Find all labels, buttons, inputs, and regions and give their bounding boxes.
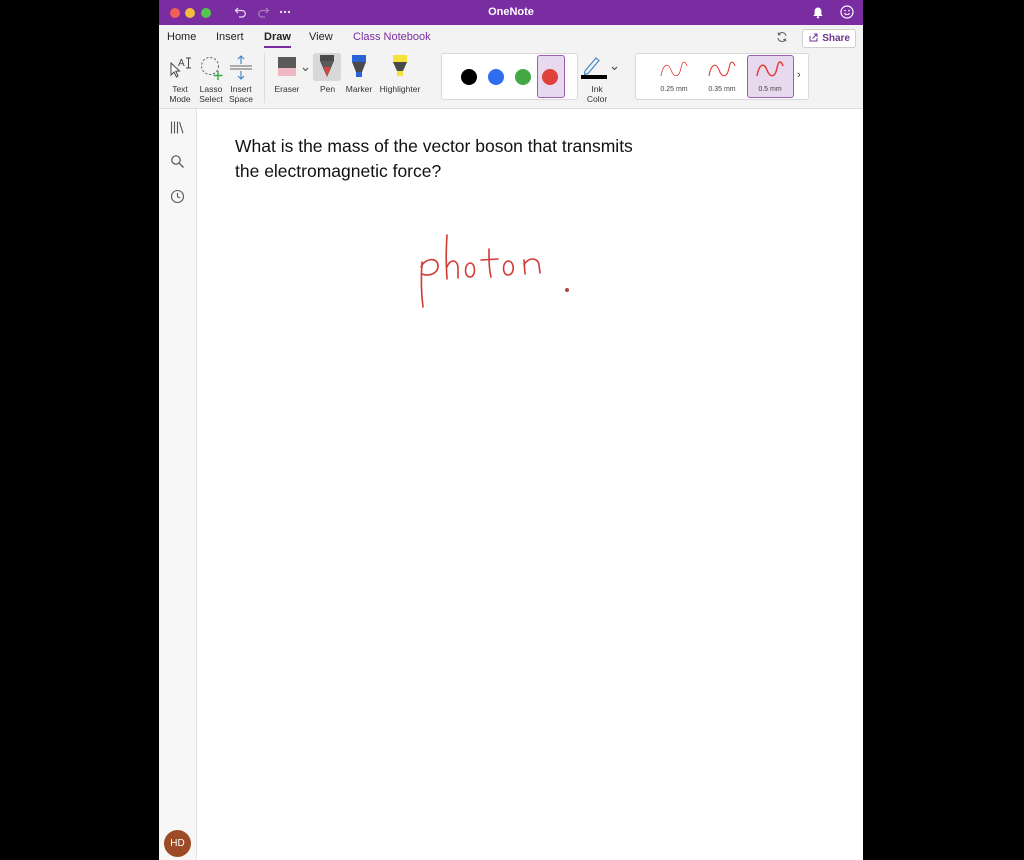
chevron-down-icon[interactable] <box>302 67 309 72</box>
lasso-label-2: Select <box>199 94 223 104</box>
recent-icon[interactable] <box>170 189 185 204</box>
ribbon-divider <box>264 53 265 103</box>
tab-home[interactable]: Home <box>167 31 196 43</box>
ribbon-tabs: Home Insert Draw View Class Notebook Sha… <box>159 25 863 49</box>
tab-insert[interactable]: Insert <box>216 31 244 43</box>
eraser-icon <box>278 57 296 76</box>
tab-view[interactable]: View <box>309 31 333 43</box>
onenote-window: OneNote Home Insert Draw View Class Note… <box>159 0 863 860</box>
draw-ribbon: A Text Mode Lasso Select Insert Space Er… <box>159 49 863 109</box>
ink-color-label-2: Color <box>586 94 608 104</box>
thickness-palette: 0.25 mm 0.35 mm 0.5 mm <box>635 53 809 100</box>
stroke-sample-icon <box>660 61 688 77</box>
stroke-sample-icon <box>708 61 736 77</box>
tab-class-notebook[interactable]: Class Notebook <box>353 31 431 43</box>
thickness-05[interactable]: 0.5 mm <box>746 58 794 96</box>
lasso-select-button[interactable]: Lasso Select <box>197 53 225 105</box>
app-title: OneNote <box>488 6 534 18</box>
search-icon[interactable] <box>170 154 185 169</box>
smiley-icon[interactable] <box>840 5 854 19</box>
title-bar: OneNote <box>159 0 863 25</box>
pen-button[interactable]: Pen <box>313 53 342 105</box>
question-line-2: the electromagnetic force? <box>235 161 442 181</box>
color-swatch-green[interactable] <box>515 69 531 85</box>
ink-color-icon <box>581 57 607 79</box>
eraser-button[interactable]: Eraser <box>273 53 309 105</box>
thickness-025-label: 0.25 mm <box>660 86 688 93</box>
more-thickness-chevron[interactable]: › <box>797 69 801 81</box>
color-swatch-black[interactable] <box>461 69 477 85</box>
color-palette <box>441 53 578 100</box>
insert-space-button[interactable]: Insert Space <box>227 53 255 105</box>
ink-color-button[interactable]: Ink Color <box>579 53 619 105</box>
text-mode-button[interactable]: A Text Mode <box>166 53 194 105</box>
avatar[interactable]: HD <box>164 830 191 857</box>
insert-space-label-2: Space <box>228 94 254 104</box>
color-swatch-blue[interactable] <box>488 69 504 85</box>
tab-draw[interactable]: Draw <box>264 31 291 48</box>
stroke-sample-icon <box>756 61 784 77</box>
highlighter-button[interactable]: Highlighter <box>376 53 424 105</box>
lasso-icon <box>201 57 223 80</box>
pen-label: Pen <box>319 84 336 94</box>
marker-label: Marker <box>345 84 373 94</box>
question-text[interactable]: What is the mass of the vector boson tha… <box>235 134 715 184</box>
marker-icon <box>352 55 366 77</box>
notebooks-icon[interactable] <box>170 120 185 135</box>
thickness-025[interactable]: 0.25 mm <box>650 58 698 96</box>
page-canvas[interactable]: What is the mass of the vector boson tha… <box>197 109 863 860</box>
bell-icon[interactable] <box>812 6 824 19</box>
text-mode-label-2: Mode <box>169 94 191 104</box>
thickness-05-label: 0.5 mm <box>758 86 782 93</box>
ink-answer-photon[interactable] <box>407 227 587 317</box>
color-swatch-red[interactable] <box>542 69 558 85</box>
question-line-1: What is the mass of the vector boson tha… <box>235 136 633 156</box>
svg-text:A: A <box>178 58 185 69</box>
share-button[interactable]: Share <box>802 29 856 48</box>
highlighter-icon <box>393 55 407 76</box>
insert-space-icon <box>230 55 252 80</box>
eraser-label: Eraser <box>274 84 300 94</box>
highlighter-label: Highlighter <box>379 84 421 94</box>
share-label: Share <box>822 33 850 44</box>
thickness-035-label: 0.35 mm <box>708 86 736 93</box>
sync-icon[interactable] <box>776 31 788 43</box>
pen-icon <box>320 55 334 77</box>
navigation-rail: HD <box>159 109 197 860</box>
marker-button[interactable]: Marker <box>344 53 374 105</box>
share-icon <box>809 33 818 42</box>
chevron-down-icon[interactable] <box>611 66 618 71</box>
text-mode-icon: A <box>170 57 191 78</box>
thickness-035[interactable]: 0.35 mm <box>698 58 746 96</box>
